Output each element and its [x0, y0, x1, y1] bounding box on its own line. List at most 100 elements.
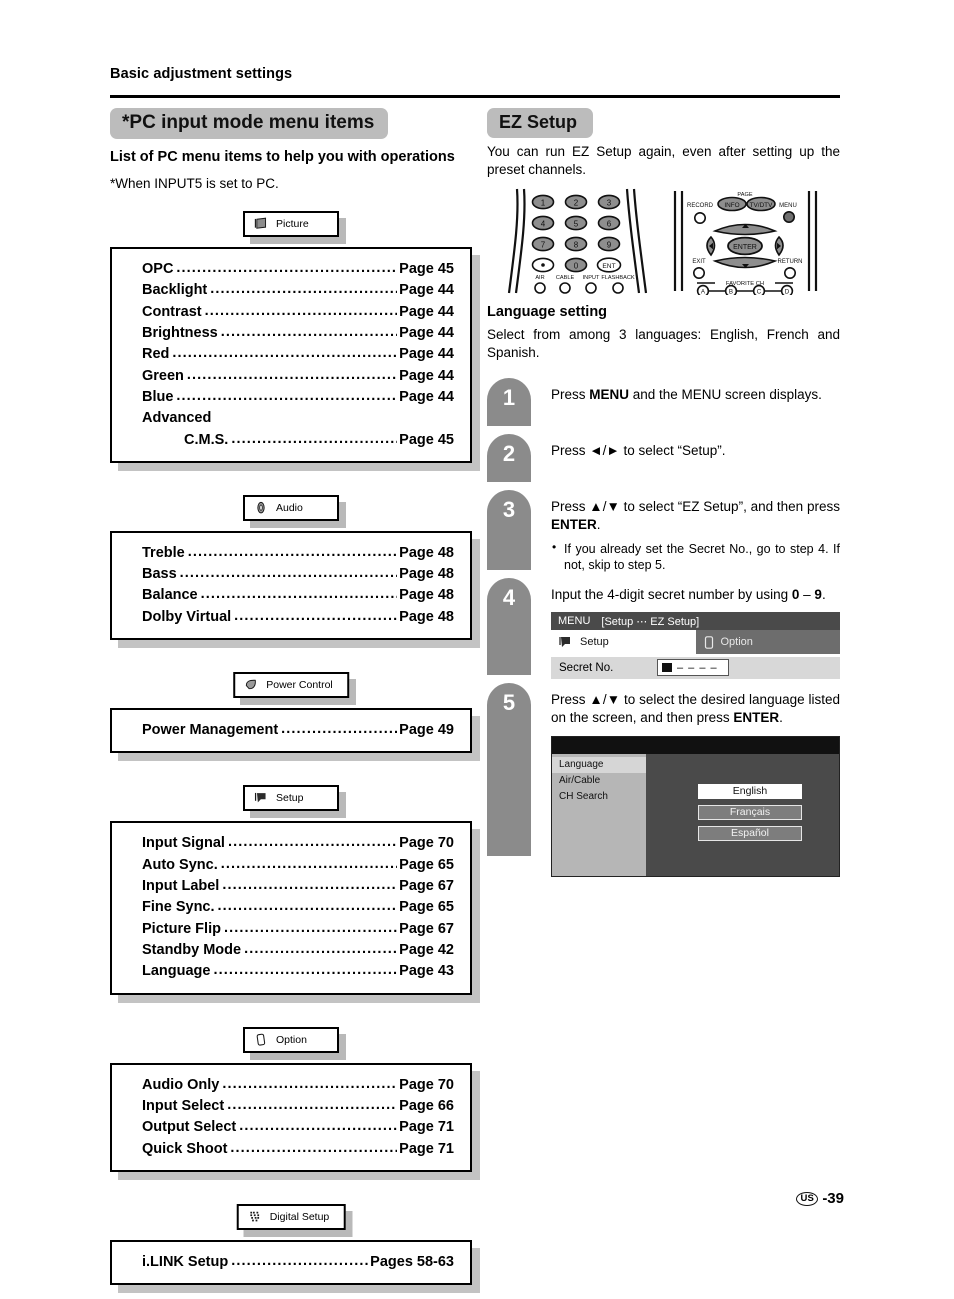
manual-page: Basic adjustment settings *PC input mode…: [0, 0, 954, 1294]
svg-text:0: 0: [574, 261, 579, 270]
svg-text:C: C: [757, 288, 762, 295]
menu-tab-picture[interactable]: Picture: [243, 211, 339, 238]
leader-dots: ........................................…: [172, 345, 398, 362]
osd-language-sidebar: Language Air/Cable CH Search: [552, 753, 646, 876]
svg-text:INFO: INFO: [724, 202, 739, 209]
menu-item-row: Advanced: [142, 408, 454, 429]
osd-tab-setup-label: Setup: [580, 636, 609, 649]
step-2: 2 Press ◄/► to select “Setup”.: [487, 434, 840, 490]
menu-item-box: Treble..................................…: [110, 530, 480, 649]
menu-tab-audio[interactable]: Audio: [243, 494, 339, 521]
menu-item-page: Page 42: [399, 941, 454, 958]
menu-item-name: Fine Sync.: [142, 899, 215, 916]
menu-item-row: Auto Sync...............................…: [142, 855, 454, 876]
menu-item-page: Page 67: [399, 920, 454, 937]
setup-icon: [254, 793, 266, 803]
menu-item-row: Input Select............................…: [142, 1096, 454, 1117]
svg-text:TV/DTV: TV/DTV: [750, 202, 773, 209]
leader-dots: ........................................…: [186, 366, 398, 383]
osd-breadcrumb: [Setup ⋯ EZ Setup]: [601, 615, 700, 628]
menu-tab-wrapper: Setup: [110, 785, 472, 819]
leader-dots: ........................................…: [179, 565, 398, 582]
menu-tab-wrapper: Power Control: [110, 672, 472, 706]
menu-item-row: Backlight...............................…: [142, 280, 454, 301]
svg-text:RECORD: RECORD: [687, 203, 714, 209]
step-1-text: Press MENU and the MENU screen displays.: [551, 387, 822, 403]
left-column: *PC input mode menu items List of PC men…: [110, 108, 480, 1299]
step-1: 1 Press MENU and the MENU screen display…: [487, 378, 840, 434]
language-option-español[interactable]: Español: [698, 825, 804, 843]
leader-dots: ........................................…: [223, 919, 397, 936]
svg-text:B: B: [729, 288, 733, 295]
osd-language-side-item[interactable]: Air/Cable: [552, 773, 646, 789]
leader-dots: ........................................…: [204, 302, 398, 319]
leader-dots: ........................................…: [227, 1096, 397, 1113]
menu-tab-digital-setup[interactable]: Digital Setup: [236, 1203, 346, 1230]
menu-item-page: Page 44: [399, 303, 454, 320]
menu-item-row: C.M.S...................................…: [142, 430, 454, 451]
language-option-english[interactable]: English: [698, 783, 802, 799]
svg-text:EXIT: EXIT: [692, 259, 706, 265]
leader-dots: ........................................…: [217, 898, 398, 915]
option-icon: [256, 1033, 266, 1046]
menu-item-page: Page 48: [399, 544, 454, 561]
menu-item-box: Input Signal............................…: [110, 821, 480, 1003]
svg-text:8: 8: [574, 240, 579, 249]
osd-tab-option[interactable]: Option: [695, 630, 840, 655]
menu-item-list: Treble..................................…: [110, 530, 472, 641]
language-setting-title: Language setting: [487, 303, 608, 320]
menu-item-name: Standby Mode: [142, 941, 242, 958]
svg-text:9: 9: [607, 240, 612, 249]
menu-item-name: Green: [142, 367, 184, 384]
menu-tab-setup[interactable]: Setup: [243, 785, 339, 812]
menu-item-name: Output Select: [142, 1119, 237, 1136]
menu-item-page: Page 71: [399, 1140, 454, 1157]
menu-item-row: Quick Shoot.............................…: [142, 1139, 454, 1160]
menu-tab-power-control[interactable]: Power Control: [233, 672, 349, 699]
menu-item-name: Power Management: [142, 722, 279, 739]
leader-dots: ........................................…: [176, 260, 398, 277]
menu-item-row: Red.....................................…: [142, 344, 454, 365]
header-divider: [110, 95, 840, 98]
osd-language-side-item[interactable]: Language: [552, 756, 646, 773]
menu-item-page: Page 44: [399, 367, 454, 384]
menu-item-name: Audio Only: [142, 1076, 220, 1093]
leader-dots: ........................................…: [281, 721, 397, 738]
leader-dots: ........................................…: [230, 1139, 398, 1156]
menu-item-name: Language: [142, 963, 211, 980]
menu-item-page: Page 66: [399, 1097, 454, 1114]
page-title: Basic adjustment settings: [110, 66, 293, 82]
menu-item-name: Input Select: [142, 1097, 225, 1114]
menu-tab-option[interactable]: Option: [243, 1026, 339, 1053]
speaker-icon: [257, 501, 265, 514]
picture-icon: [254, 217, 267, 229]
language-option-français[interactable]: Français: [698, 804, 804, 822]
ez-setup-intro: You can run EZ Setup again, even after s…: [487, 143, 840, 177]
leader-dots: ........................................…: [220, 323, 397, 340]
menu-item-list: Input Signal............................…: [110, 821, 472, 995]
menu-tab-wrapper: Digital Setup: [110, 1203, 472, 1237]
menu-item-name: Contrast: [142, 303, 202, 320]
menu-item-row: i.LINK Setup............................…: [142, 1252, 454, 1273]
leader-dots: ........................................…: [231, 1252, 369, 1269]
menu-item-name: Treble: [142, 544, 185, 561]
menu-item-name: OPC: [142, 261, 174, 278]
menu-item-row: Picture Flip............................…: [142, 919, 454, 940]
osd-language-side-item[interactable]: CH Search: [552, 789, 646, 805]
svg-text:RETURN: RETURN: [778, 259, 803, 265]
step-3: 3 Press ▲/▼ to select “EZ Setup”, and th…: [487, 490, 840, 578]
remote-control-diagrams: 1 2 3 4 5 6 7 8 9 0 ENT AIR CABLE INPUT …: [487, 187, 840, 297]
menu-item-name: Balance: [142, 587, 198, 604]
osd-tab-setup[interactable]: Setup: [551, 630, 696, 655]
leader-dots: ........................................…: [231, 430, 398, 447]
secret-no-input[interactable]: – – – –: [657, 659, 729, 677]
svg-text:FLASHBACK: FLASHBACK: [601, 275, 635, 281]
menu-item-row: Standby Mode............................…: [142, 940, 454, 961]
step-5-text: Press ▲/▼ to select the desired language…: [551, 692, 840, 726]
page-number: -39: [822, 1190, 844, 1207]
menu-tab-label: Digital Setup: [269, 1210, 330, 1223]
leader-dots: ........................................…: [187, 543, 398, 560]
menu-item-page: Page 48: [399, 608, 454, 625]
menu-item-box: Power Management........................…: [110, 708, 480, 762]
menu-item-page: Page 43: [399, 963, 454, 980]
